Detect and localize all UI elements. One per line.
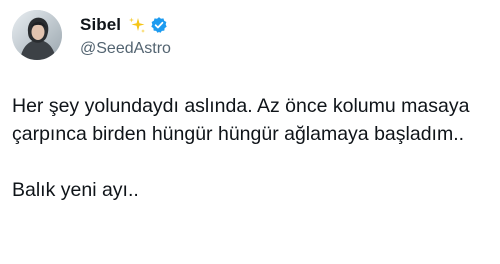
tweet-card: Sibel @SeedAstro Her şey yolundaydı aslı… [0,0,500,264]
tweet-paragraph-2: Balık yeni ayı.. [12,179,139,201]
tweet-header: Sibel @SeedAstro [80,14,171,58]
name-row: Sibel [80,14,171,36]
tweet-text: Her şey yolundaydı aslında. Az önce kolu… [12,92,492,204]
tweet-paragraph-1: Her şey yolundaydı aslında. Az önce kolu… [12,95,470,145]
verified-badge-icon[interactable] [150,16,168,34]
avatar[interactable] [12,10,62,60]
avatar-photo [12,10,62,60]
display-name[interactable]: Sibel [80,15,121,35]
user-handle[interactable]: @SeedAstro [80,40,171,58]
sparkles-icon [127,15,147,35]
